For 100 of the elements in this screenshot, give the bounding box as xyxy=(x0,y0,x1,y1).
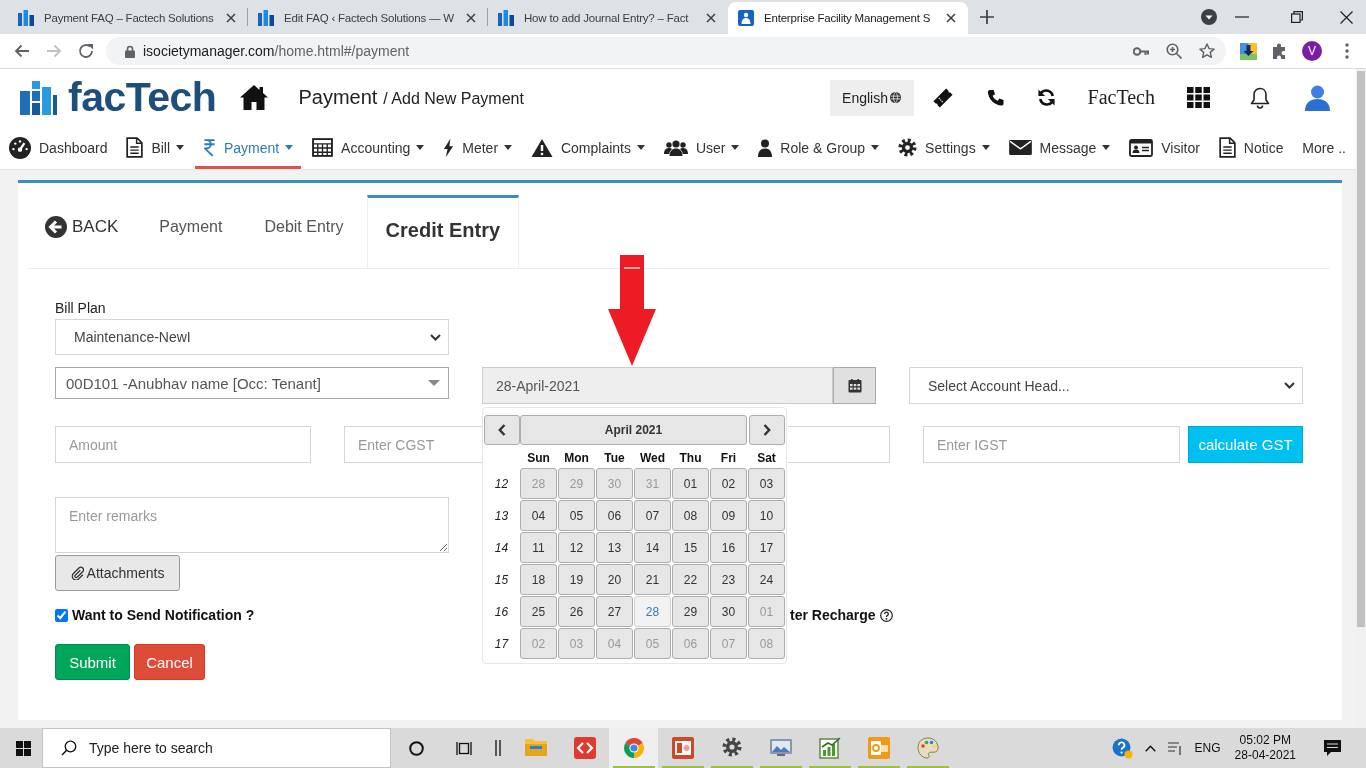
search-field[interactable]: Type here to search xyxy=(42,728,391,768)
calendar-day[interactable]: 04 xyxy=(520,500,557,531)
attachments-button[interactable]: Attachments xyxy=(55,555,180,591)
ticket-icon[interactable] xyxy=(931,86,954,109)
scrollbar[interactable] xyxy=(1356,69,1366,728)
tab[interactable]: Debit Entry xyxy=(243,195,365,268)
home-icon[interactable] xyxy=(240,85,269,110)
calendar-day[interactable]: 13 xyxy=(596,532,633,563)
igst-field[interactable]: Enter IGST xyxy=(923,426,1180,463)
date-field[interactable]: 28-April-2021 xyxy=(482,367,833,404)
back-link[interactable]: BACK xyxy=(45,195,139,268)
calendar-day[interactable]: 22 xyxy=(672,564,709,595)
calendar-day[interactable]: 15 xyxy=(672,532,709,563)
puzzle-icon[interactable] xyxy=(1272,43,1288,59)
bell-icon[interactable] xyxy=(1250,86,1270,109)
nav-item[interactable]: More .. xyxy=(1294,126,1354,169)
calendar-day[interactable]: 29 xyxy=(672,596,709,627)
key-icon[interactable] xyxy=(1133,46,1149,56)
account-name[interactable]: FacTech xyxy=(1087,86,1155,109)
tab[interactable]: Credit Entry xyxy=(366,195,520,268)
close-icon[interactable] xyxy=(706,13,716,23)
bars-icon[interactable] xyxy=(495,740,501,756)
calendar-day[interactable]: 06 xyxy=(596,500,633,531)
nav-item[interactable]: Visitor xyxy=(1121,126,1208,169)
clock-time[interactable]: 05:02 PM xyxy=(1239,733,1291,748)
browser-tab[interactable]: Edit FAQ ‹ Factech Solutions — W xyxy=(248,2,488,34)
calendar-day[interactable]: 30 xyxy=(710,596,747,627)
browser-tab[interactable]: How to add Journal Entry? – Fact xyxy=(488,2,728,34)
address-bar[interactable]: isocietymanager.com/home.html#/payment xyxy=(106,37,1226,65)
phone-icon[interactable] xyxy=(986,88,1004,107)
calendar-day[interactable]: 26 xyxy=(558,596,595,627)
help-badge-icon[interactable] xyxy=(1111,737,1133,759)
calendar-day[interactable]: 08 xyxy=(672,500,709,531)
nav-item[interactable]: Notice xyxy=(1210,126,1292,169)
task-view-icon[interactable] xyxy=(456,740,472,756)
close-icon[interactable] xyxy=(466,13,476,23)
user-avatar-icon[interactable] xyxy=(1305,84,1330,111)
nav-item[interactable]: Complaints xyxy=(522,126,653,169)
nav-item[interactable]: Meter xyxy=(435,126,521,169)
amount-field[interactable]: Amount xyxy=(55,426,311,463)
cgst-field[interactable]: Enter CGST xyxy=(344,426,482,463)
calendar-day[interactable]: 28 xyxy=(634,596,671,627)
close-icon[interactable] xyxy=(226,13,236,23)
nav-item[interactable]: Bill xyxy=(118,126,193,169)
calendar-day[interactable]: 03 xyxy=(748,468,785,499)
nav-item[interactable]: Settings xyxy=(890,126,998,169)
calendar-day[interactable]: 11 xyxy=(520,532,557,563)
member-select[interactable]: 00D101 -Anubhav name [Occ: Tenant] xyxy=(55,367,449,399)
calendar-day[interactable]: 23 xyxy=(710,564,747,595)
calendar-day[interactable]: 24 xyxy=(748,564,785,595)
calendar-day[interactable]: 01 xyxy=(672,468,709,499)
calendar-day[interactable]: 16 xyxy=(710,532,747,563)
browser-tab[interactable]: Enterprise Facility Management S xyxy=(728,2,968,34)
circle-icon[interactable] xyxy=(409,740,424,756)
taskbar-app[interactable] xyxy=(609,728,658,768)
calendar-day[interactable]: 25 xyxy=(520,596,557,627)
next-month-button[interactable] xyxy=(749,415,785,445)
dropdown-icon[interactable] xyxy=(1201,9,1217,25)
close-icon[interactable] xyxy=(1340,10,1353,24)
calendar-button[interactable] xyxy=(833,367,876,404)
month-title[interactable]: April 2021 xyxy=(520,415,747,445)
profile-avatar[interactable]: V xyxy=(1302,41,1322,61)
back-arrow-icon[interactable] xyxy=(14,44,30,58)
new-tab-icon[interactable] xyxy=(980,10,994,24)
calendar-day[interactable]: 20 xyxy=(596,564,633,595)
calendar-day[interactable]: 18 xyxy=(520,564,557,595)
reload-icon[interactable] xyxy=(78,43,94,59)
notifications-icon[interactable] xyxy=(1324,740,1341,756)
nav-item[interactable]: Message xyxy=(1000,126,1119,169)
calendar-day[interactable]: 07 xyxy=(634,500,671,531)
previous-month-button[interactable] xyxy=(484,415,520,445)
star-icon[interactable] xyxy=(1199,43,1215,59)
calendar-day[interactable]: 27 xyxy=(596,596,633,627)
calendar-day[interactable]: 02 xyxy=(710,468,747,499)
calendar-day[interactable]: 10 xyxy=(748,500,785,531)
refresh-icon[interactable] xyxy=(1036,88,1056,107)
nav-item[interactable]: Accounting xyxy=(304,126,433,169)
lock-icon[interactable] xyxy=(125,44,135,58)
calendar-day[interactable]: 14 xyxy=(634,532,671,563)
tab[interactable]: Payment xyxy=(138,195,244,268)
calendar-day[interactable]: 21 xyxy=(634,564,671,595)
notification-checkbox[interactable] xyxy=(55,608,68,622)
account-head-select[interactable]: Select Account Head... xyxy=(909,367,1303,404)
calendar-day[interactable]: 12 xyxy=(558,532,595,563)
lines-icon[interactable] xyxy=(1167,741,1183,755)
zoom-in-icon[interactable] xyxy=(1166,43,1182,59)
clock-date[interactable]: 28-04-2021 xyxy=(1234,748,1296,763)
calendar-day[interactable]: 17 xyxy=(748,532,785,563)
grid-icon[interactable] xyxy=(1187,87,1210,108)
close-icon[interactable] xyxy=(946,13,956,23)
help-icon[interactable] xyxy=(879,608,893,622)
menu-icon[interactable] xyxy=(1345,43,1349,59)
bill-plan-select[interactable]: Maintenance-NewI xyxy=(55,319,449,355)
download-extension-icon[interactable] xyxy=(1240,42,1257,60)
nav-item[interactable]: Role & Group xyxy=(750,126,888,169)
remarks-field[interactable]: Enter remarks xyxy=(55,497,449,553)
cancel-button[interactable]: Cancel xyxy=(134,644,205,680)
language-button[interactable]: English xyxy=(829,79,914,116)
input-language[interactable]: ENG xyxy=(1194,741,1221,755)
nav-item[interactable]: Dashboard xyxy=(1,126,116,169)
